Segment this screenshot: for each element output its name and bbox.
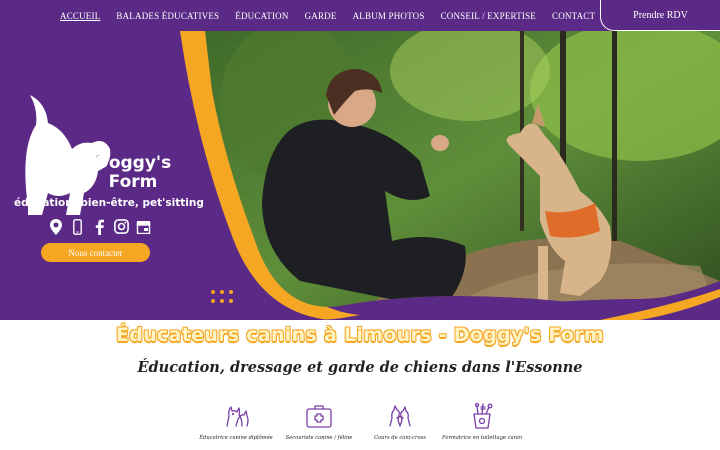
page-subtitle: Éducation, dressage et garde de chiens d… <box>137 359 583 376</box>
dot <box>229 290 233 294</box>
phone-icon[interactable] <box>70 218 85 235</box>
contact-button[interactable]: Nous contacter <box>41 243 150 262</box>
cat-dog-icon <box>196 402 276 430</box>
location-pin-icon[interactable] <box>48 218 63 235</box>
nav-item-garde[interactable]: GARDE <box>305 11 337 21</box>
dot <box>211 299 215 303</box>
services-list: Éducatrice canine diplômée Secouriste ca… <box>196 402 526 447</box>
nav-item-accueil[interactable]: ACCUEIL <box>60 11 100 21</box>
service-item[interactable]: Cours de cani-cross <box>360 402 440 441</box>
brand-name: Doggy's Form <box>94 153 172 192</box>
nav-links: ACCUEIL BALADES ÉDUCATIVES ÉDUCATION GAR… <box>60 0 595 31</box>
store-icon[interactable] <box>136 218 151 235</box>
service-item[interactable]: Secouriste canine / féline <box>279 402 359 441</box>
decorative-dots <box>211 290 233 303</box>
facebook-icon[interactable] <box>92 218 107 235</box>
prendre-rdv-button[interactable]: Prendre RDV <box>600 0 720 31</box>
page-title: Éducateurs canins à Limours - Doggy's Fo… <box>116 324 604 346</box>
nav-item-contact[interactable]: CONTACT <box>552 11 595 21</box>
dot <box>229 299 233 303</box>
instagram-icon[interactable] <box>114 218 129 235</box>
nav-item-balades-educatives[interactable]: BALADES ÉDUCATIVES <box>116 11 219 21</box>
grooming-tools-icon <box>442 402 522 430</box>
service-label: Secouriste canine / féline <box>285 435 353 441</box>
social-links <box>48 218 151 235</box>
first-aid-kit-icon <box>279 402 359 430</box>
dogs-playing-icon <box>360 402 440 430</box>
dot <box>220 290 224 294</box>
service-label: Éducatrice canine diplômée <box>199 435 273 441</box>
brand-tagline: éducation, bien-être, pet'sitting <box>14 197 204 209</box>
service-item[interactable]: Éducatrice canine diplômée <box>196 402 276 441</box>
nav-item-conseil-expertise[interactable]: CONSEIL / EXPERTISE <box>441 11 536 21</box>
service-label: Formatrice en toilettage canin <box>442 435 523 441</box>
dot <box>220 299 224 303</box>
top-nav: ACCUEIL BALADES ÉDUCATIVES ÉDUCATION GAR… <box>0 0 720 31</box>
service-label: Cours de cani-cross <box>374 435 426 441</box>
nav-item-album-photos[interactable]: ALBUM PHOTOS <box>353 11 425 21</box>
nav-item-education[interactable]: ÉDUCATION <box>235 11 288 21</box>
dot <box>211 290 215 294</box>
service-item[interactable]: Formatrice en toilettage canin <box>442 402 522 441</box>
hero-banner: Doggy's Form éducation, bien-être, pet's… <box>0 31 720 320</box>
